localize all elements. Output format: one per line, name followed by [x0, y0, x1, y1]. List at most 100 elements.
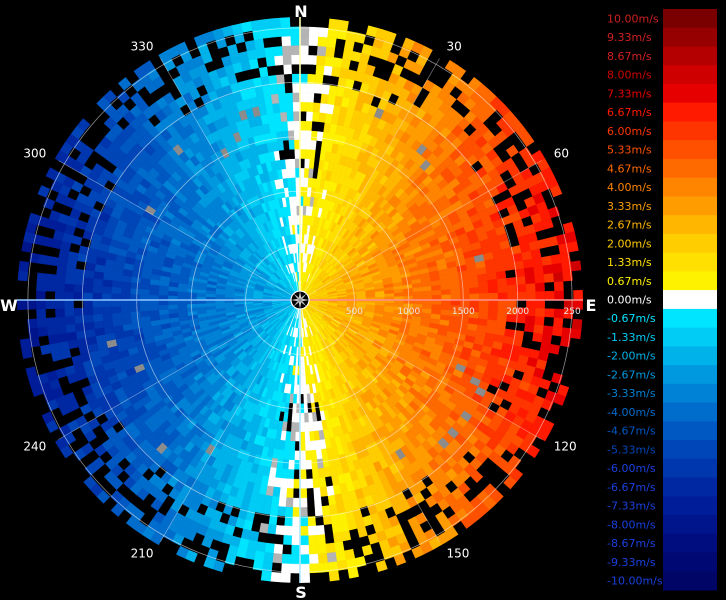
velocity-cell: [326, 551, 338, 563]
velocity-cell: [522, 258, 534, 269]
velocity-cell: [265, 533, 276, 545]
velocity-cell: [82, 284, 94, 294]
velocity-cell: [299, 45, 310, 56]
velocity-cell: [291, 535, 301, 546]
velocity-cell: [458, 276, 470, 284]
velocity-cell: [130, 316, 142, 324]
velocity-cell: [149, 309, 160, 317]
velocity-cell: [504, 262, 516, 272]
velocity-cell: [46, 264, 58, 275]
velocity-cell: [506, 277, 517, 286]
velocity-cell: [384, 293, 395, 298]
velocity-cell: [111, 280, 122, 288]
velocity-cell: [299, 469, 307, 480]
velocity-cell: [497, 292, 508, 301]
velocity-cell: [121, 317, 133, 326]
velocity-cell: [317, 553, 328, 564]
velocity-cell: [478, 312, 489, 320]
velocity-cell: [570, 260, 582, 272]
velocity-cell: [315, 524, 325, 536]
velocity-cell: [299, 497, 308, 508]
velocity-cell: [516, 291, 527, 301]
velocity-cell: [279, 487, 288, 498]
velocity-cell: [102, 319, 114, 328]
velocity-cell: [325, 46, 336, 58]
velocity-cell: [139, 305, 150, 312]
velocity-cell: [542, 264, 554, 275]
velocity-cell: [54, 299, 65, 309]
velocity-cell: [321, 505, 331, 517]
velocity-cell: [130, 310, 141, 318]
velocity-cell: [544, 299, 555, 310]
velocity-cell: [449, 282, 461, 290]
velocity-cell: [299, 535, 309, 546]
velocity-cell: [314, 83, 323, 94]
velocity-cell: [450, 288, 461, 295]
velocity-cell: [495, 270, 507, 280]
velocity-cell: [299, 101, 308, 112]
velocity-cell: [64, 315, 76, 325]
velocity-cell: [290, 544, 301, 555]
velocity-cell: [39, 343, 52, 356]
velocity-cell: [196, 303, 207, 308]
velocity-cell: [332, 532, 343, 544]
velocity-cell: [47, 333, 59, 345]
velocity-cell: [570, 328, 582, 340]
velocity-cell: [35, 299, 46, 310]
velocity-cell: [299, 139, 306, 150]
velocity-cell: [310, 130, 318, 141]
velocity-cell: [111, 312, 122, 320]
velocity-cell: [469, 287, 480, 295]
velocity-cell: [299, 73, 309, 84]
velocity-cell: [56, 332, 68, 343]
velocity-cell: [440, 283, 451, 291]
velocity-cell: [316, 55, 326, 66]
velocity-cell: [523, 266, 535, 277]
velocity-cell: [305, 459, 313, 470]
velocity-cell: [92, 292, 103, 301]
velocity-cell: [343, 548, 356, 561]
velocity-cell: [337, 569, 350, 581]
velocity-cell: [83, 321, 95, 331]
velocity-cell: [129, 299, 140, 307]
velocity-cell: [314, 506, 323, 517]
velocity-cell: [278, 496, 287, 508]
velocity-cell: [205, 302, 216, 307]
velocity-cell: [64, 283, 75, 293]
velocity-cell: [285, 487, 294, 499]
velocity-cell: [167, 290, 178, 296]
velocity-cell: [54, 282, 65, 293]
velocity-cell: [130, 287, 141, 295]
velocity-cell: [487, 306, 499, 315]
velocity-cell: [82, 299, 93, 308]
velocity-cell: [120, 299, 131, 307]
velocity-cell: [553, 281, 565, 292]
velocity-cell: [283, 525, 293, 536]
velocity-cell: [101, 299, 112, 308]
velocity-cell: [120, 305, 131, 313]
velocity-cell: [422, 290, 433, 296]
velocity-cell: [306, 506, 316, 518]
velocity-cell: [291, 526, 301, 537]
velocity-cell: [299, 554, 310, 565]
velocity-cell: [17, 280, 28, 291]
velocity-cell: [347, 567, 360, 579]
velocity-cell: [328, 18, 340, 30]
velocity-cell: [120, 293, 131, 301]
velocity-cell: [308, 553, 319, 565]
velocity-cell: [299, 544, 310, 555]
velocity-cell: [459, 287, 470, 295]
velocity-cell: [286, 478, 294, 489]
velocity-cell: [299, 82, 308, 93]
velocity-cell: [307, 54, 318, 65]
velocity-cell: [45, 281, 56, 292]
velocity-cell: [506, 284, 518, 294]
velocity-cell: [17, 318, 29, 330]
velocity-cell: [553, 272, 564, 283]
velocity-cell: [316, 458, 324, 470]
velocity-cell: [290, 422, 296, 433]
velocity-cell: [17, 309, 28, 320]
velocity-cell: [83, 314, 94, 323]
velocity-cell: [496, 278, 508, 287]
velocity-cell: [264, 542, 275, 554]
